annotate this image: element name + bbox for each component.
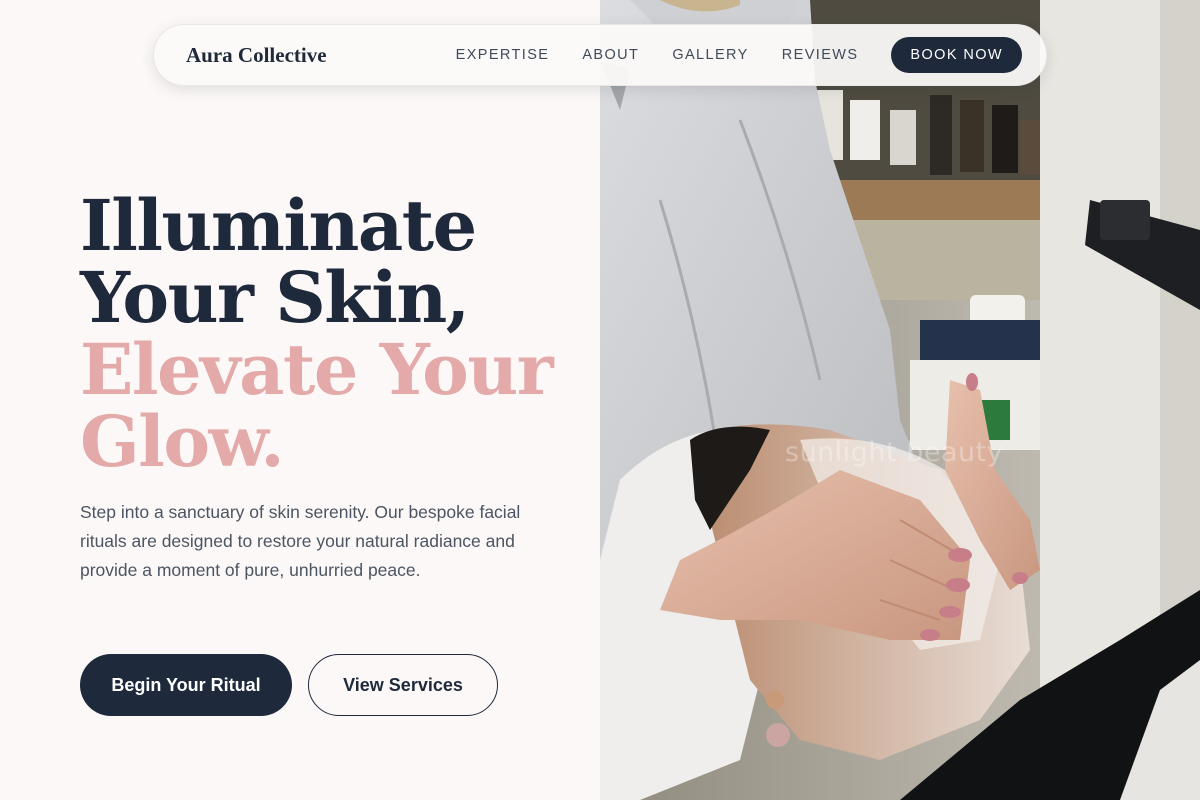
nav-link-about[interactable]: ABOUT — [582, 47, 639, 63]
hero-description: Step into a sanctuary of skin serenity. … — [80, 502, 521, 580]
hero-title-accent-line: Glow. — [80, 400, 285, 483]
brand-logo[interactable]: Aura Collective — [186, 43, 327, 68]
view-services-button[interactable]: View Services — [308, 654, 498, 716]
begin-ritual-button[interactable]: Begin Your Ritual — [80, 654, 292, 716]
navbar: Aura Collective EXPERTISE ABOUT GALLERY … — [153, 24, 1047, 86]
nav-link-gallery[interactable]: GALLERY — [672, 47, 748, 63]
hero-title: Illuminate Your Skin, Elevate Your Glow. — [80, 190, 580, 478]
nav-link-expertise[interactable]: EXPERTISE — [456, 47, 550, 63]
nav-link-reviews[interactable]: REVIEWS — [782, 47, 859, 63]
book-now-button[interactable]: BOOK NOW — [891, 37, 1022, 73]
image-watermark: sunlight beauty — [785, 437, 1004, 468]
hero-title-line: Your Skin, — [80, 256, 470, 339]
nav-links: EXPERTISE ABOUT GALLERY REVIEWS BOOK NOW — [456, 37, 1022, 73]
hero-title-accent-line: Elevate Your — [80, 328, 554, 411]
hero-image: sunlight beauty — [600, 0, 1200, 800]
hero-title-line: Illuminate — [80, 184, 477, 267]
